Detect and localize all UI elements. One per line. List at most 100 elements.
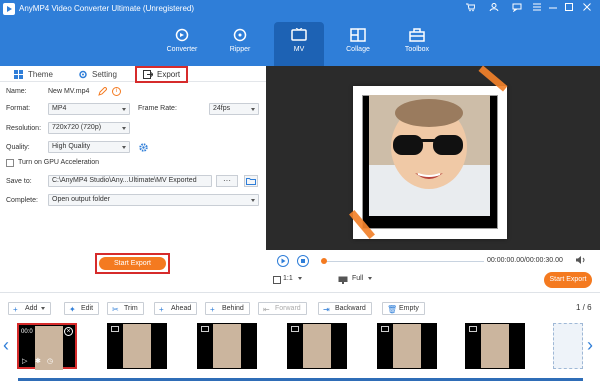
theme-icon xyxy=(14,70,23,79)
volume-icon[interactable] xyxy=(576,256,586,264)
saveto-path-field[interactable]: C:\AnyMP4 Studio\Any...Ultimate\MV Expor… xyxy=(48,175,212,187)
preview-photo xyxy=(369,95,490,216)
page-counter: 1 / 6 xyxy=(576,303,592,312)
clip-play-icon[interactable]: ▷ xyxy=(22,357,27,365)
menu-icon[interactable] xyxy=(530,2,544,14)
timeline-clip-5[interactable] xyxy=(377,323,437,369)
trash-icon: 🗑 xyxy=(387,305,398,314)
nav-toolbox[interactable]: Toolbox xyxy=(392,22,442,66)
nav-mv-label: MV xyxy=(293,46,305,53)
ahead-icon: + xyxy=(159,305,164,314)
close-icon[interactable] xyxy=(580,2,594,14)
start-export-button[interactable]: Start Export xyxy=(99,257,166,270)
complete-select[interactable]: Open output folder xyxy=(48,194,259,206)
image-icon xyxy=(201,326,209,332)
quality-settings-gear-icon[interactable] xyxy=(138,142,149,153)
gpu-label: Turn on GPU Acceleration xyxy=(18,159,100,166)
nav-toolbox-label: Toolbox xyxy=(404,46,430,53)
clip-thumbnail xyxy=(393,324,421,368)
browse-button[interactable]: ··· xyxy=(216,175,238,187)
nav-collage[interactable]: Collage xyxy=(333,22,383,66)
ratio-select[interactable]: 1:1 xyxy=(283,275,302,282)
nav-mv[interactable]: MV xyxy=(274,22,324,66)
behind-button[interactable]: + Behind xyxy=(205,302,250,315)
ahead-button[interactable]: + Ahead xyxy=(154,302,198,315)
forward-label: Forward xyxy=(275,305,301,312)
image-icon xyxy=(381,326,389,332)
clip-effect-icon[interactable]: ✱ xyxy=(35,357,41,365)
add-label: Add xyxy=(25,305,38,312)
resolution-select-value: 720x720 (720p) xyxy=(52,124,102,131)
quality-select[interactable]: High Quality xyxy=(48,141,130,153)
forward-button[interactable]: ⇤ Forward xyxy=(258,302,307,315)
format-select[interactable]: MP4 xyxy=(48,103,130,115)
empty-button[interactable]: 🗑 Empty xyxy=(382,302,425,315)
image-icon xyxy=(291,326,299,332)
aspect-icon xyxy=(273,276,281,284)
timeline-prev-icon[interactable]: ‹ xyxy=(3,335,9,356)
ahead-label: Ahead xyxy=(171,305,192,312)
clip-thumbnail xyxy=(303,324,331,368)
cart-icon[interactable] xyxy=(463,2,477,14)
plus-icon: + xyxy=(13,305,18,314)
framerate-select[interactable]: 24fps xyxy=(209,103,259,115)
tab-setting[interactable]: Setting xyxy=(78,68,117,81)
timeline-clip-1[interactable]: 00:0 × ▷ ✱ ◷ xyxy=(17,323,77,370)
format-label: Format: xyxy=(6,105,31,112)
minimize-icon[interactable] xyxy=(546,2,560,14)
quality-select-value: High Quality xyxy=(52,143,91,150)
resolution-select[interactable]: 720x720 (720p) xyxy=(48,122,130,134)
edit-button[interactable]: ✦ Edit xyxy=(64,302,100,315)
edit-label: Edit xyxy=(81,305,94,312)
info-icon[interactable]: i xyxy=(112,87,121,96)
resolution-label: Resolution: xyxy=(6,125,42,132)
timeline-clip-6[interactable] xyxy=(465,323,525,369)
seek-handle[interactable] xyxy=(321,258,327,264)
timeline-clip-2[interactable] xyxy=(107,323,167,369)
timeline-clip-4[interactable] xyxy=(287,323,347,369)
timeline-clip-3[interactable] xyxy=(197,323,257,369)
tab-export-label: Export xyxy=(157,70,181,79)
ripper-icon xyxy=(233,28,247,42)
tab-theme-label: Theme xyxy=(28,70,53,79)
time-readout: 00:00:00.00/00:00:30.00 xyxy=(487,257,563,264)
open-folder-button[interactable] xyxy=(244,175,258,187)
add-clip-slot[interactable] xyxy=(553,323,583,369)
timeline-scrollbar[interactable] xyxy=(18,378,583,381)
trim-button[interactable]: ✂ Trim xyxy=(107,302,144,315)
gpu-checkbox[interactable] xyxy=(6,159,14,167)
timeline-next-icon[interactable]: › xyxy=(587,335,593,356)
trim-label: Trim xyxy=(124,305,138,312)
forward-icon: ⇤ xyxy=(263,305,270,314)
fit-select[interactable]: Full xyxy=(352,275,373,282)
remove-clip-icon[interactable]: × xyxy=(64,327,73,336)
tab-theme[interactable]: Theme xyxy=(14,68,53,81)
user-icon[interactable] xyxy=(487,2,501,14)
name-label: Name: xyxy=(6,88,27,95)
clip-thumbnail xyxy=(123,324,151,368)
edit-name-icon[interactable] xyxy=(98,86,108,96)
seek-bar[interactable] xyxy=(324,261,484,262)
framerate-label: Frame Rate: xyxy=(138,105,177,112)
backward-button[interactable]: ⇥ Backward xyxy=(318,302,372,315)
start-export-button-small[interactable]: Start Export xyxy=(544,272,592,288)
maximize-icon[interactable] xyxy=(562,2,576,14)
start-export-highlight: Start Export xyxy=(95,253,170,274)
ratio-value: 1:1 xyxy=(283,275,293,282)
toolbox-icon xyxy=(409,28,425,42)
stop-button[interactable] xyxy=(297,255,309,267)
play-button[interactable] xyxy=(277,255,289,267)
tab-export[interactable]: Export xyxy=(135,66,189,83)
clip-duration-icon[interactable]: ◷ xyxy=(47,357,53,365)
tab-setting-label: Setting xyxy=(92,70,117,79)
add-button[interactable]: + Add xyxy=(8,302,52,315)
backward-label: Backward xyxy=(335,305,366,312)
title-bar: AnyMP4 Video Converter Ultimate (Unregis… xyxy=(0,0,600,66)
nav-ripper[interactable]: Ripper xyxy=(215,22,265,66)
feedback-icon[interactable] xyxy=(510,2,524,14)
mv-icon xyxy=(291,28,307,41)
framerate-select-value: 24fps xyxy=(213,105,231,112)
gear-icon xyxy=(79,70,87,79)
nav-converter[interactable]: Converter xyxy=(157,22,207,66)
settings-tabs: Theme Setting Export xyxy=(0,66,266,83)
